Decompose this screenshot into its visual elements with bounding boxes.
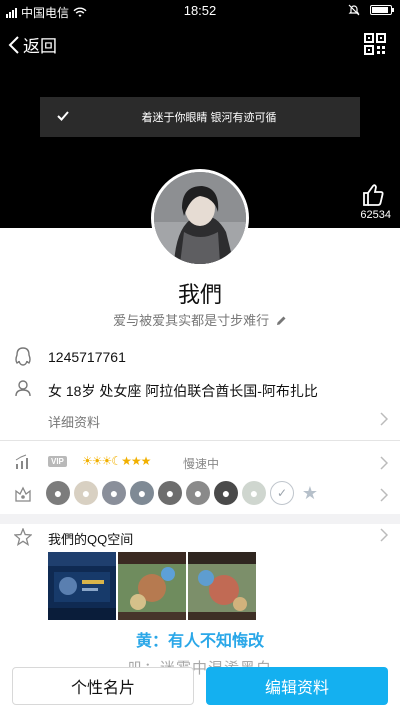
vip-badge: VIP bbox=[48, 456, 67, 467]
nickname: 我們 bbox=[177, 282, 222, 307]
qr-code-icon[interactable] bbox=[364, 33, 386, 55]
medal-frog-icon: ● bbox=[242, 481, 266, 505]
personal-info-row: 女 18岁 处女座 阿拉伯联合酋长国-阿布扎比 bbox=[0, 377, 400, 403]
pencil-icon[interactable] bbox=[276, 315, 287, 326]
caption-line-1: 黄：有人不知悔改 bbox=[135, 633, 264, 650]
qq-number: 1245717761 bbox=[48, 349, 126, 365]
level-chart-icon bbox=[15, 454, 28, 469]
qzone-photo[interactable] bbox=[118, 552, 186, 620]
speed-status: 慢速中 bbox=[183, 457, 220, 471]
qq-penguin-icon bbox=[15, 347, 31, 366]
profile-card-button[interactable]: 个性名片 bbox=[12, 667, 194, 705]
toast-text: 着迷于你眼睛 银河有迹可循 bbox=[141, 112, 277, 124]
medal-star-icon: ★ bbox=[298, 481, 322, 505]
sun-icon: ☀ bbox=[82, 454, 93, 468]
medal-cloud-icon: ✓ bbox=[270, 481, 294, 505]
medal-poop-icon: ● bbox=[214, 481, 238, 505]
qzone-photo[interactable] bbox=[188, 552, 256, 620]
avatar[interactable] bbox=[151, 169, 249, 267]
avatar-image bbox=[154, 172, 246, 264]
sun-icon: ☀ bbox=[91, 454, 103, 468]
signature[interactable]: 爱与被爱其实都是寸步难行 bbox=[0, 310, 400, 329]
star-icon: ★ bbox=[121, 454, 132, 468]
mute-bell-icon bbox=[348, 4, 360, 16]
thumbs-up-icon[interactable] bbox=[354, 183, 390, 207]
chevron-right-icon bbox=[380, 412, 388, 426]
qzone-photo[interactable] bbox=[48, 552, 116, 620]
chevron-right-icon bbox=[380, 456, 388, 470]
medal-sheep-icon: ● bbox=[74, 481, 98, 505]
qzone-title: 我們的QQ空间 bbox=[48, 532, 134, 547]
battery-icon bbox=[370, 5, 394, 15]
edit-profile-button[interactable]: 编辑资料 bbox=[206, 667, 388, 705]
back-label: 返回 bbox=[23, 37, 57, 56]
chevron-left-icon bbox=[8, 35, 19, 54]
checkmark-icon bbox=[57, 111, 69, 121]
chevron-right-icon bbox=[380, 528, 388, 542]
status-right bbox=[348, 4, 394, 16]
details-label: 详细资料 bbox=[48, 415, 101, 430]
bottom-action-bar: 个性名片 编辑资料 bbox=[0, 660, 400, 711]
qq-number-row: 1245717761 bbox=[0, 345, 400, 371]
personal-info: 女 18岁 处女座 阿拉伯联合酋长国-阿布扎比 bbox=[48, 383, 318, 399]
chevron-right-icon bbox=[380, 488, 388, 502]
medal-poop-icon: ● bbox=[46, 481, 70, 505]
star-icon: ★ bbox=[140, 454, 152, 468]
section-gap bbox=[0, 514, 400, 524]
sun-icon: ☀ bbox=[101, 454, 113, 468]
star-icon: ★ bbox=[130, 454, 142, 468]
divider bbox=[0, 440, 400, 441]
medal-poop-icon: ● bbox=[102, 481, 126, 505]
medal-poop-icon: ● bbox=[158, 481, 182, 505]
toast-message: 着迷于你眼睛 银河有迹可循 bbox=[40, 97, 360, 137]
moon-icon: ☾ bbox=[111, 454, 122, 468]
medal-list: ● ● ● ● ● ● ● ● ✓ ★ bbox=[46, 481, 322, 505]
details-row[interactable]: 详细资料 bbox=[0, 406, 400, 434]
like-count: 62534 bbox=[360, 209, 391, 221]
medal-poop-icon: ● bbox=[186, 481, 210, 505]
signature-text: 爱与被爱其实都是寸步难行 bbox=[113, 313, 270, 328]
status-bar: 中国电信 18:52 bbox=[0, 0, 400, 22]
status-time: 18:52 bbox=[183, 3, 217, 18]
medal-poop-icon: ● bbox=[130, 481, 154, 505]
level-icons: ☀☀☀☾★★★ bbox=[82, 454, 152, 468]
person-icon bbox=[15, 380, 31, 397]
back-button[interactable]: 返回 bbox=[8, 32, 57, 57]
qzone-photos bbox=[48, 552, 256, 620]
qzone-star-icon bbox=[14, 528, 32, 546]
medal-icon bbox=[15, 486, 31, 502]
